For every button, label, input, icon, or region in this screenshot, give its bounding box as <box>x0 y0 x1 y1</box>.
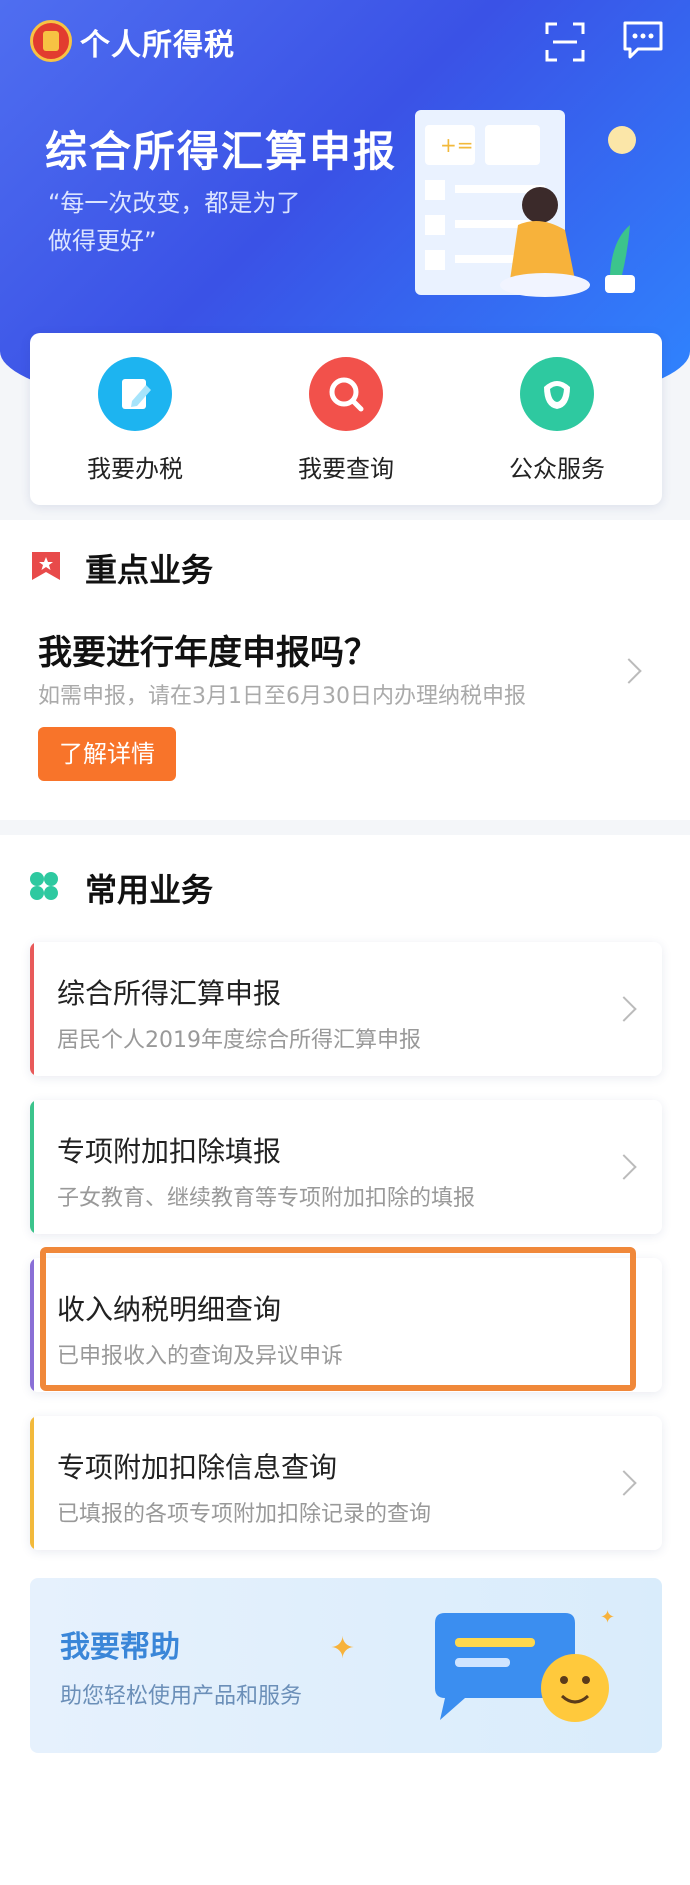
learn-more-button[interactable]: 了解详情 <box>38 727 176 781</box>
clover-icon <box>30 872 58 900</box>
quick-actions-card: 我要办税 我要查询 公众服务 <box>30 333 662 505</box>
message-icon[interactable] <box>622 20 664 60</box>
accent-bar <box>30 1100 34 1234</box>
flower-icon <box>520 357 594 431</box>
scan-icon[interactable] <box>545 22 585 62</box>
accent-bar <box>30 942 34 1076</box>
service-item-desc: 已填报的各项专项附加扣除记录的查询 <box>57 1502 432 1527</box>
quick-action-label: 我要查询 <box>298 455 394 483</box>
service-item-desc: 居民个人2019年度综合所得汇算申报 <box>57 1028 421 1053</box>
accent-bar <box>30 1416 34 1550</box>
quick-action-label: 我要办税 <box>87 455 183 483</box>
annual-declaration-subtitle: 如需申报，请在3月1日至6月30日内办理纳税申报 <box>38 684 526 709</box>
service-item-comprehensive-income[interactable]: 综合所得汇算申报 居民个人2019年度综合所得汇算申报 <box>30 942 662 1076</box>
chevron-right-icon <box>611 1154 637 1180</box>
annual-declaration-question: 我要进行年度申报吗？ <box>38 633 378 673</box>
banner-quote-line2: 做得更好” <box>48 227 157 255</box>
banner-quote-line1: “每一次改变，都是为了 <box>48 189 301 217</box>
svg-text:✦: ✦ <box>600 1607 615 1628</box>
quick-action-label: 公众服务 <box>509 455 605 483</box>
svg-text:✦: ✦ <box>330 1631 355 1666</box>
bookmark-star-icon <box>32 552 60 580</box>
help-banner[interactable]: 我要帮助 助您轻松使用产品和服务 ✦ ✦ <box>30 1578 662 1753</box>
chevron-right-icon <box>611 1470 637 1496</box>
service-item-title: 专项附加扣除信息查询 <box>57 1451 338 1484</box>
chat-bubble-illustration: ✦ ✦ <box>330 1607 615 1722</box>
help-desc: 助您轻松使用产品和服务 <box>60 1684 303 1709</box>
service-item-title: 专项附加扣除填报 <box>57 1135 282 1168</box>
service-item-special-deduction-query[interactable]: 专项附加扣除信息查询 已填报的各项专项附加扣除记录的查询 <box>30 1416 662 1550</box>
top-bar: 个人所得税 <box>0 0 690 90</box>
common-business-title: 常用业务 <box>85 871 214 909</box>
quick-action-public-service[interactable]: 公众服务 <box>452 357 662 487</box>
help-title: 我要帮助 <box>60 1630 180 1665</box>
svg-text:+=: += <box>440 133 474 157</box>
key-business-title: 重点业务 <box>85 551 214 589</box>
service-item-special-deduction-fill[interactable]: 专项附加扣除填报 子女教育、继续教育等专项附加扣除的填报 <box>30 1100 662 1234</box>
banner-illustration: += <box>415 110 636 297</box>
service-item-desc: 子女教育、继续教育等专项附加扣除的填报 <box>57 1186 476 1211</box>
tax-emblem-logo <box>30 20 72 62</box>
chevron-right-icon <box>611 996 637 1022</box>
app-title: 个人所得税 <box>80 28 235 63</box>
banner-title: 综合所得汇算申报 <box>45 127 398 176</box>
banner-quote: “每一次改变，都是为了 做得更好” <box>48 184 378 260</box>
highlight-box <box>40 1247 636 1391</box>
quick-action-tax[interactable]: 我要办税 <box>30 357 240 487</box>
search-icon <box>309 357 383 431</box>
accent-bar <box>30 1258 34 1392</box>
service-item-title: 综合所得汇算申报 <box>57 977 282 1010</box>
pencil-icon <box>98 357 172 431</box>
quick-action-query[interactable]: 我要查询 <box>241 357 451 487</box>
